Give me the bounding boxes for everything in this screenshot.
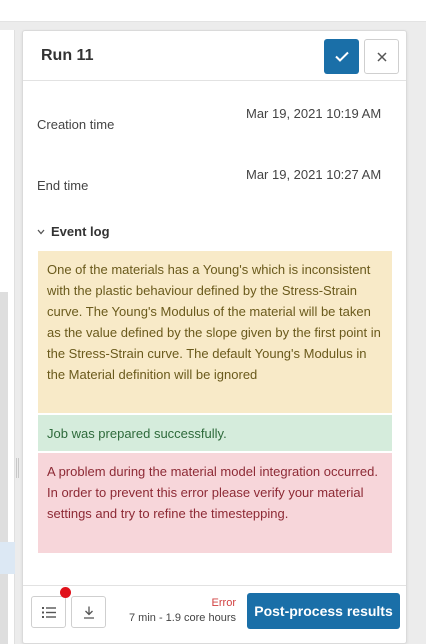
check-icon bbox=[334, 51, 349, 62]
chevron-down-icon bbox=[37, 229, 45, 235]
background-selected-row[interactable] bbox=[0, 542, 15, 574]
event-log-title: Event log bbox=[51, 224, 110, 239]
event-log-button[interactable] bbox=[31, 596, 66, 628]
post-process-button[interactable]: Post-process results bbox=[247, 593, 400, 629]
run-details-panel: Run 11 Creation time Mar 19, 2021 10:19 … bbox=[22, 30, 407, 644]
confirm-button[interactable] bbox=[324, 39, 359, 74]
background-scroll-track bbox=[0, 292, 8, 644]
end-time-label: End time bbox=[37, 178, 89, 193]
close-icon bbox=[376, 51, 387, 62]
log-entry-error: A problem during the material model inte… bbox=[38, 453, 392, 553]
run-status: Error 7 min - 1.9 core hours bbox=[129, 596, 236, 626]
log-entry-success: Job was prepared successfully. bbox=[38, 415, 392, 451]
creation-time-value: Mar 19, 2021 10:19 AM bbox=[246, 106, 382, 121]
panel-header: Run 11 bbox=[23, 31, 406, 81]
end-time-value: Mar 19, 2021 10:27 AM bbox=[246, 167, 382, 182]
log-entry-warning: One of the materials has a Young's which… bbox=[38, 251, 392, 413]
creation-time-label: Creation time bbox=[37, 117, 115, 132]
status-text: Error bbox=[211, 597, 236, 609]
panel-footer: Error 7 min - 1.9 core hours Post-proces… bbox=[23, 585, 406, 644]
app-top-bar bbox=[0, 0, 426, 22]
event-log-toggle[interactable]: Event log bbox=[37, 224, 110, 239]
list-icon bbox=[41, 606, 56, 618]
run-duration: 7 min - 1.9 core hours bbox=[129, 612, 236, 624]
run-title: Run 11 bbox=[41, 47, 94, 64]
background-left-panel bbox=[0, 30, 15, 644]
close-button[interactable] bbox=[364, 39, 399, 74]
download-button[interactable] bbox=[71, 596, 106, 628]
download-icon bbox=[83, 606, 94, 619]
notification-badge bbox=[60, 587, 71, 598]
panel-resize-handle[interactable] bbox=[16, 458, 19, 478]
